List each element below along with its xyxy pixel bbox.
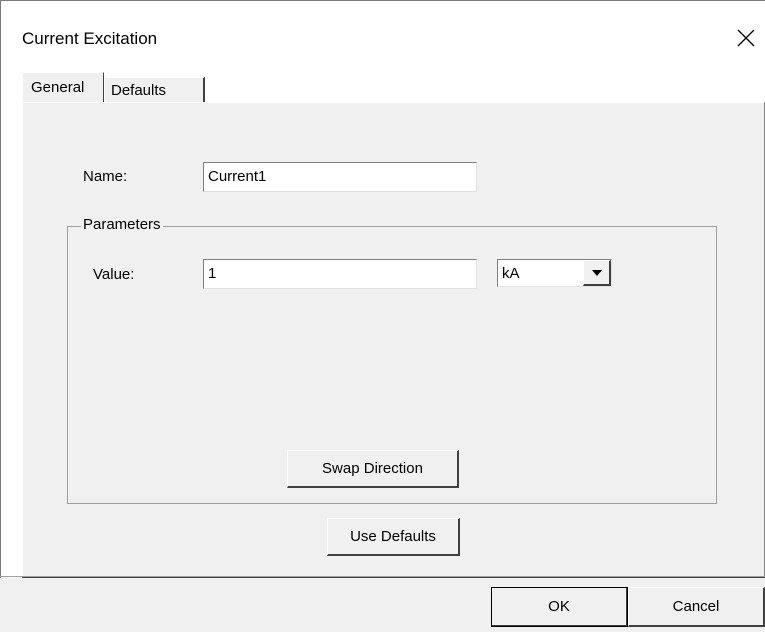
ok-label: OK	[548, 598, 570, 615]
ok-button[interactable]: OK	[491, 587, 628, 627]
parameters-group-label: Parameters	[81, 216, 163, 233]
close-icon	[737, 29, 755, 47]
value-label: Value:	[93, 266, 135, 283]
cancel-label: Cancel	[672, 598, 720, 615]
value-field-value: 1	[208, 265, 217, 282]
name-field-value: Current1	[208, 168, 267, 185]
name-label: Name:	[83, 168, 128, 185]
use-defaults-button[interactable]: Use Defaults	[327, 518, 460, 556]
unit-dropdown-value: kA	[502, 264, 520, 282]
tab-defaults[interactable]: Defaults	[104, 77, 205, 102]
name-field[interactable]: Current1	[203, 162, 477, 192]
close-button[interactable]	[726, 18, 765, 58]
tab-general[interactable]: General	[22, 72, 104, 102]
value-field[interactable]: 1	[203, 259, 477, 289]
tab-defaults-label: Defaults	[111, 81, 167, 99]
dropdown-arrow-button[interactable]	[583, 260, 611, 286]
tab-general-label: General	[31, 79, 85, 96]
swap-direction-label: Swap Direction	[322, 460, 423, 477]
footer-divider	[0, 576, 765, 577]
swap-direction-button[interactable]: Swap Direction	[287, 450, 459, 488]
chevron-down-icon	[591, 269, 602, 276]
window-top-border	[0, 0, 765, 1]
use-defaults-label: Use Defaults	[350, 528, 436, 545]
window-title: Current Excitation	[22, 29, 158, 48]
cancel-button[interactable]: Cancel	[628, 587, 765, 627]
window-left-border	[0, 0, 1, 632]
unit-dropdown[interactable]: kA	[497, 259, 612, 287]
